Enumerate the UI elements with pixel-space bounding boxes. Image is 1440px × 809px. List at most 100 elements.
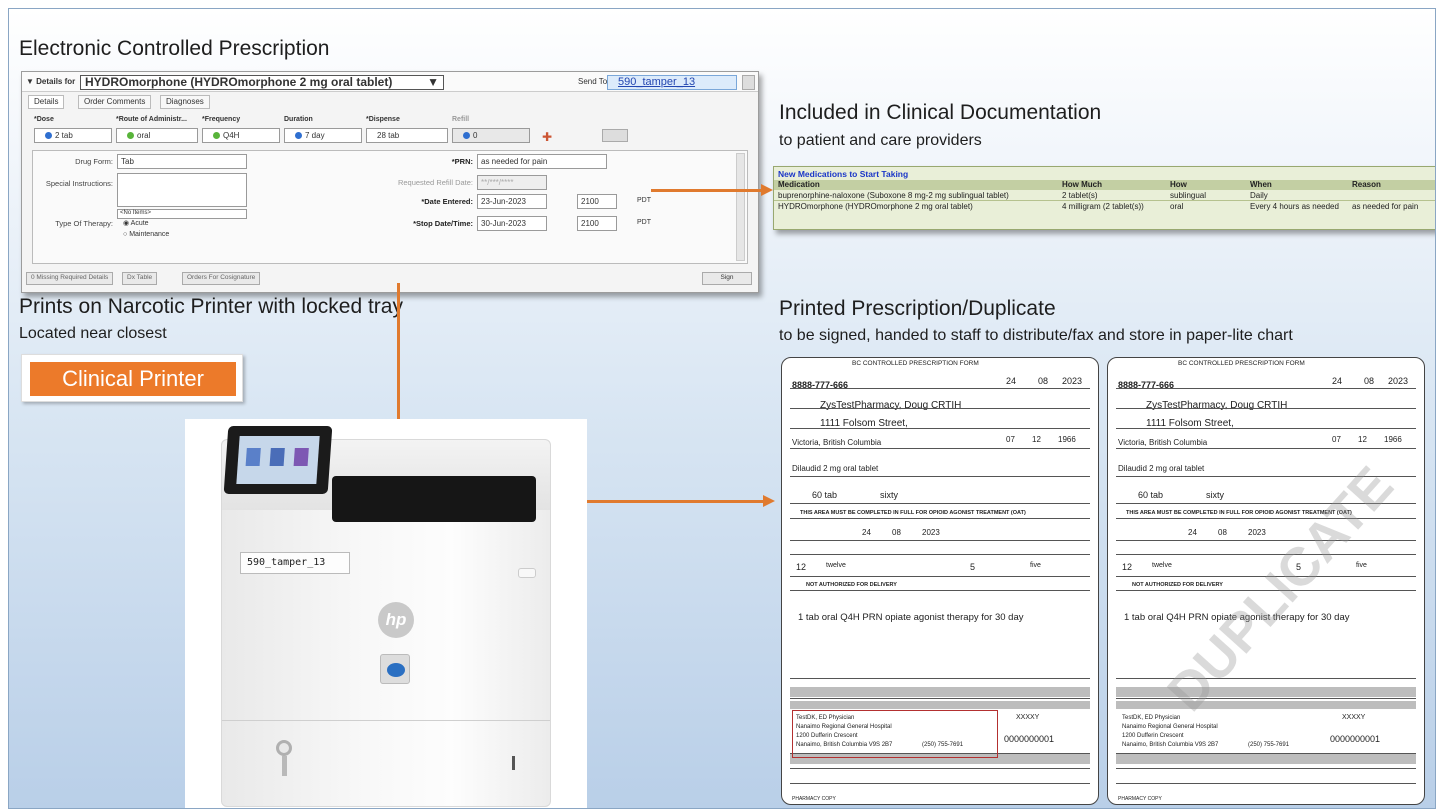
detail-scrollbar[interactable] <box>736 153 745 261</box>
form-line <box>1116 388 1416 389</box>
special-instructions-field[interactable] <box>117 173 247 207</box>
refill-field[interactable]: 0 <box>452 128 530 143</box>
prescriber-name: TestDK, ED Physician <box>1122 715 1181 721</box>
printer-button <box>518 568 536 578</box>
date-entered-field[interactable]: 23-Jun-2023 <box>477 194 547 209</box>
type-of-therapy-label: Type Of Therapy: <box>55 219 113 228</box>
therapy-acute-option[interactable]: ◉ Acute <box>123 219 149 227</box>
duration-field[interactable]: 7 day <box>284 128 362 143</box>
quantity: 60 tab <box>1138 490 1164 500</box>
dob-day: 07 <box>1006 435 1015 444</box>
tray-handle <box>512 756 515 770</box>
form-line <box>1116 428 1416 429</box>
drug-form-label: Drug Form: <box>75 157 113 166</box>
prescriber-site: Nanaimo Regional General Hospital <box>1122 724 1218 730</box>
patient-city: Victoria, British Columbia <box>792 438 882 447</box>
form-line <box>1116 448 1416 449</box>
therapy-list[interactable]: <No Items> <box>117 209 247 219</box>
dispense-label: *Dispense <box>366 116 400 123</box>
special-instructions-label: Special Instructions: <box>45 179 113 188</box>
stop-time-field[interactable]: 2100 <box>577 216 617 231</box>
start-year: 2023 <box>1248 528 1266 537</box>
form-line <box>790 590 1090 591</box>
dob-day: 07 <box>1332 435 1341 444</box>
oat-notice: THIS AREA MUST BE COMPLETED IN FULL FOR … <box>800 510 1026 516</box>
patient-name: ZysTestPharmacy, Doug CRTIH <box>1146 400 1288 411</box>
drug-name: Dilaudid 2 mg oral tablet <box>1118 464 1205 473</box>
tray-seam <box>222 720 550 721</box>
form-band <box>1116 754 1416 764</box>
stop-date-field[interactable]: 30-Jun-2023 <box>477 216 547 231</box>
patient-name: ZysTestPharmacy, Doug CRTIH <box>820 400 962 411</box>
tab-diagnoses[interactable]: Diagnoses <box>160 95 210 109</box>
tab-details[interactable]: Details <box>28 95 65 109</box>
therapy-maintenance-option[interactable]: ○ Maintenance <box>123 231 169 238</box>
dob-year: 1966 <box>1384 435 1402 444</box>
tab-order-comments[interactable]: Order Comments <box>78 95 152 109</box>
table-cell: Daily <box>1250 191 1268 200</box>
nfc-reader-icon <box>380 654 410 684</box>
prints-title: Prints on Narcotic Printer with locked t… <box>19 295 403 318</box>
prescribed-day: 24 <box>1332 376 1343 386</box>
route-field[interactable]: oral <box>116 128 198 143</box>
send-to-lookup-button[interactable] <box>742 75 755 90</box>
sign-button[interactable]: Sign <box>702 272 752 285</box>
drug-select[interactable]: HYDROmorphone (HYDROmorphone 2 mg oral t… <box>80 75 444 90</box>
drug-form-field[interactable]: Tab <box>117 154 247 169</box>
touchscreen-display <box>236 436 320 484</box>
quantity: 60 tab <box>812 490 838 500</box>
table-cell: 4 milligram (2 tablet(s)) <box>1062 202 1144 211</box>
table-cell: oral <box>1170 202 1184 211</box>
date-entered-label: *Date Entered: <box>421 197 473 206</box>
table-cell: Every 4 hours as needed <box>1250 202 1339 211</box>
form-band <box>790 701 1090 709</box>
form-line <box>790 783 1090 784</box>
date-entered-time[interactable]: 2100 <box>577 194 617 209</box>
frequency-field[interactable]: Q4H <box>202 128 280 143</box>
dose-label: *Dose <box>34 116 54 123</box>
start-month: 08 <box>1218 528 1227 537</box>
clinical-printer-badge: Clinical Printer <box>21 354 243 402</box>
dose-field[interactable]: 2 tab <box>34 128 112 143</box>
form-line <box>1116 768 1416 769</box>
route-label: *Route of Administr... <box>116 116 187 123</box>
dob-year: 1966 <box>1058 435 1076 444</box>
table-cell: HYDROmorphone (HYDROmorphone 2 mg oral t… <box>778 202 973 211</box>
form-line <box>790 576 1090 577</box>
send-to-field[interactable]: 590_tamper_13 <box>607 75 737 90</box>
table-cell: sublingual <box>1170 191 1207 200</box>
prescriber-phone: (250) 755-7691 <box>1248 742 1290 748</box>
form-line <box>790 388 1090 389</box>
msp-id: 0000000001 <box>1330 734 1381 744</box>
prn-field[interactable]: as needed for pain <box>477 154 607 169</box>
options-button[interactable] <box>602 129 628 142</box>
arrowhead-icon <box>763 495 775 507</box>
orders-cosignature-button[interactable]: Orders For Cosignature <box>182 272 261 285</box>
arrow-to-printed-rx <box>565 500 765 503</box>
missing-details-button[interactable]: 0 Missing Required Details <box>26 272 114 285</box>
med-table-title: New Medications to Start Taking <box>778 169 909 179</box>
duration-label: Duration <box>284 116 313 123</box>
printer-body: 590_tamper_13 hp <box>221 426 551 807</box>
main-title: Electronic Controlled Prescription <box>19 37 330 60</box>
form-line <box>790 678 1090 679</box>
dispense-field[interactable]: 28 tab <box>366 128 448 143</box>
drug-name: Dilaudid 2 mg oral tablet <box>792 464 879 473</box>
form-line <box>790 768 1090 769</box>
table-cell: buprenorphine-naloxone (Suboxone 8 mg-2 … <box>778 191 1009 200</box>
directions: 1 tab oral Q4H PRN opiate agonist therap… <box>798 612 1024 623</box>
days-count: 5 <box>970 562 976 572</box>
prescribed-day: 24 <box>1006 376 1017 386</box>
date-entered-tz: PDT <box>637 197 651 204</box>
table-cell: 2 tablet(s) <box>1062 191 1098 200</box>
requested-refill-field[interactable]: **/***/**** <box>477 175 547 190</box>
add-icon[interactable]: ✚ <box>542 130 552 144</box>
quantity-words: sixty <box>1206 490 1224 500</box>
prescription-original: BC CONTROLLED PRESCRIPTION FORM 8888-777-… <box>781 357 1099 805</box>
dx-table-button[interactable]: Dx Table <box>122 272 158 285</box>
prescribed-year: 2023 <box>1062 376 1083 386</box>
refill-label: Refill <box>452 116 470 123</box>
patient-city: Victoria, British Columbia <box>1118 438 1208 447</box>
printer-touchscreen <box>223 426 333 494</box>
table-row: buprenorphine-naloxone (Suboxone 8 mg-2 … <box>774 191 1435 201</box>
